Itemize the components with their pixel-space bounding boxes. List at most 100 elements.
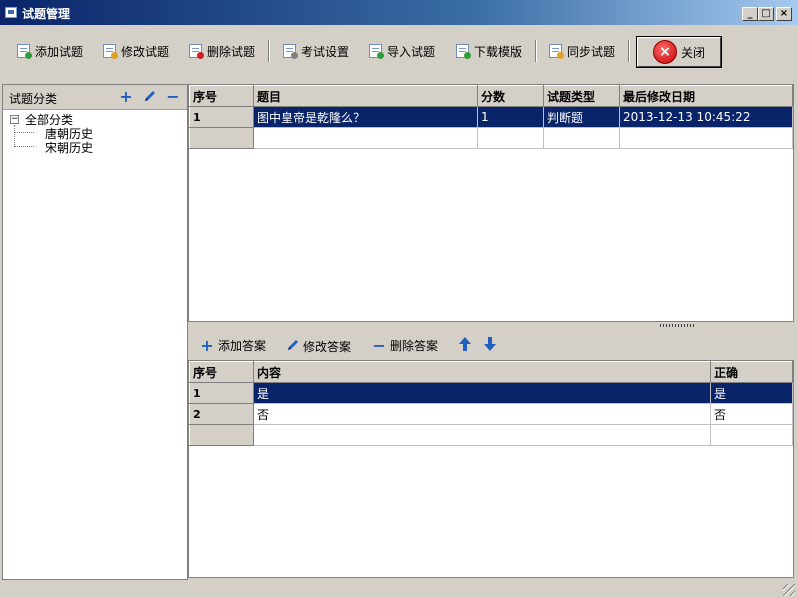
delete-question-button[interactable]: 删除试题 xyxy=(188,41,255,61)
delete-answer-button[interactable]: − 删除答案 xyxy=(372,337,438,354)
plus-icon[interactable]: + xyxy=(119,89,133,105)
edit-answer-label: 修改答案 xyxy=(303,339,352,354)
collapse-icon[interactable]: − xyxy=(10,115,19,124)
sync-questions-button[interactable]: 同步试题 xyxy=(548,41,615,61)
cell-empty[interactable] xyxy=(619,127,793,149)
answers-table: 序号 内容 正确 1 是 是 2 否 否 xyxy=(189,361,793,446)
edit-document-icon xyxy=(102,43,118,59)
cell-modified[interactable]: 2013-12-13 10:45:22 xyxy=(619,106,793,128)
cell-empty[interactable] xyxy=(253,424,711,446)
edit-question-label: 修改试题 xyxy=(121,44,170,59)
answers-grid: 序号 内容 正确 1 是 是 2 否 否 xyxy=(188,360,794,578)
column-header-title[interactable]: 题目 xyxy=(253,85,478,107)
cell-title[interactable]: 图中皇帝是乾隆么？ xyxy=(253,106,478,128)
new-row[interactable] xyxy=(189,127,793,149)
splitter[interactable] xyxy=(188,321,794,331)
cell-empty[interactable] xyxy=(253,127,478,149)
category-title: 试题分类 xyxy=(9,92,58,106)
column-header-content[interactable]: 内容 xyxy=(253,361,711,383)
column-header-type[interactable]: 试题类型 xyxy=(543,85,620,107)
download-document-icon xyxy=(455,43,471,59)
arrow-up-icon xyxy=(458,336,472,354)
toolbar-separator xyxy=(268,40,270,62)
window-close-button[interactable]: × xyxy=(776,7,792,21)
row-index[interactable]: 2 xyxy=(189,403,254,425)
category-header: 试题分类 + − xyxy=(3,85,187,110)
cell-correct[interactable]: 是 xyxy=(710,382,793,404)
table-row[interactable]: 1 是 是 xyxy=(189,382,793,404)
cell-empty[interactable] xyxy=(477,127,544,149)
cell-empty[interactable] xyxy=(710,424,793,446)
settings-document-icon xyxy=(282,43,298,59)
add-question-button[interactable]: 添加试题 xyxy=(16,41,83,61)
delete-document-icon xyxy=(188,43,204,59)
import-questions-label: 导入试题 xyxy=(387,44,436,59)
add-answer-label: 添加答案 xyxy=(218,339,267,353)
restore-button[interactable]: □ xyxy=(758,7,774,21)
exam-settings-label: 考试设置 xyxy=(301,44,350,59)
tree-connector xyxy=(15,132,34,133)
download-template-label: 下载模版 xyxy=(474,44,523,59)
main-toolbar: 添加试题 修改试题 删除试题 考试设置 导入试题 下载模版 同步试题 × 关闭 xyxy=(0,25,798,81)
tree-connector xyxy=(15,146,34,147)
minus-icon: − xyxy=(372,335,386,355)
splitter-grip[interactable] xyxy=(660,324,696,327)
pen-icon[interactable] xyxy=(142,88,156,104)
exam-settings-button[interactable]: 考试设置 xyxy=(282,41,349,61)
delete-answer-label: 删除答案 xyxy=(390,339,439,353)
resize-grip[interactable] xyxy=(783,584,795,596)
column-header-index[interactable]: 序号 xyxy=(189,361,254,383)
tree-connector xyxy=(14,125,15,147)
row-index[interactable] xyxy=(189,127,254,149)
cell-correct[interactable]: 否 xyxy=(710,403,793,425)
answer-toolbar: + 添加答案 修改答案 − 删除答案 xyxy=(188,331,794,359)
add-document-icon xyxy=(16,43,32,59)
edit-question-button[interactable]: 修改试题 xyxy=(102,41,169,61)
status-bar xyxy=(0,582,798,598)
title-bar[interactable]: 试题管理 _ □ × xyxy=(0,0,798,25)
window-title: 试题管理 xyxy=(22,7,71,21)
download-template-button[interactable]: 下载模版 xyxy=(455,41,522,61)
column-header-score[interactable]: 分数 xyxy=(477,85,544,107)
row-index[interactable]: 1 xyxy=(189,382,254,404)
table-row[interactable]: 1 图中皇帝是乾隆么？ 1 判断题 2013-12-13 10:45:22 xyxy=(189,106,793,128)
questions-table: 序号 题目 分数 试题类型 最后修改日期 1 图中皇帝是乾隆么？ 1 判断题 2… xyxy=(189,85,793,149)
edit-answer-button[interactable]: 修改答案 xyxy=(285,337,351,355)
cell-content[interactable]: 否 xyxy=(253,403,711,425)
column-header-correct[interactable]: 正确 xyxy=(710,361,793,383)
plus-icon: + xyxy=(200,335,214,355)
column-header-modified[interactable]: 最后修改日期 xyxy=(619,85,793,107)
row-index[interactable] xyxy=(189,424,254,446)
toolbar-separator xyxy=(628,40,630,62)
sync-questions-label: 同步试题 xyxy=(567,44,616,59)
row-index[interactable]: 1 xyxy=(189,106,254,128)
new-row[interactable] xyxy=(189,424,793,446)
table-row[interactable]: 2 否 否 xyxy=(189,403,793,425)
cell-content[interactable]: 是 xyxy=(253,382,711,404)
delete-question-label: 删除试题 xyxy=(207,44,256,59)
add-answer-button[interactable]: + 添加答案 xyxy=(200,337,266,354)
pen-icon xyxy=(285,337,299,355)
move-up-button[interactable] xyxy=(458,336,472,354)
arrow-down-icon xyxy=(483,336,497,354)
sync-document-icon xyxy=(548,43,564,59)
tree-node-song[interactable]: 宋朝历史 xyxy=(45,139,93,156)
category-panel: 试题分类 + − − 全部分类 唐朝历史 宋朝历史 xyxy=(2,84,188,580)
add-question-label: 添加试题 xyxy=(35,44,84,59)
minus-icon[interactable]: − xyxy=(166,89,180,105)
close-icon: × xyxy=(652,40,677,64)
cell-type[interactable]: 判断题 xyxy=(543,106,620,128)
import-document-icon xyxy=(368,43,384,59)
cell-score[interactable]: 1 xyxy=(477,106,544,128)
minimize-button[interactable]: _ xyxy=(742,7,758,21)
column-header-index[interactable]: 序号 xyxy=(189,85,254,107)
move-down-button[interactable] xyxy=(483,336,497,354)
cell-empty[interactable] xyxy=(543,127,620,149)
questions-grid: 序号 题目 分数 试题类型 最后修改日期 1 图中皇帝是乾隆么？ 1 判断题 2… xyxy=(188,84,794,322)
questions-header-row: 序号 题目 分数 试题类型 最后修改日期 xyxy=(189,85,793,107)
toolbar-separator xyxy=(535,40,537,62)
answers-header-row: 序号 内容 正确 xyxy=(189,361,793,383)
app-icon xyxy=(5,7,17,18)
import-questions-button[interactable]: 导入试题 xyxy=(368,41,435,61)
close-button[interactable]: × 关闭 xyxy=(636,36,722,68)
